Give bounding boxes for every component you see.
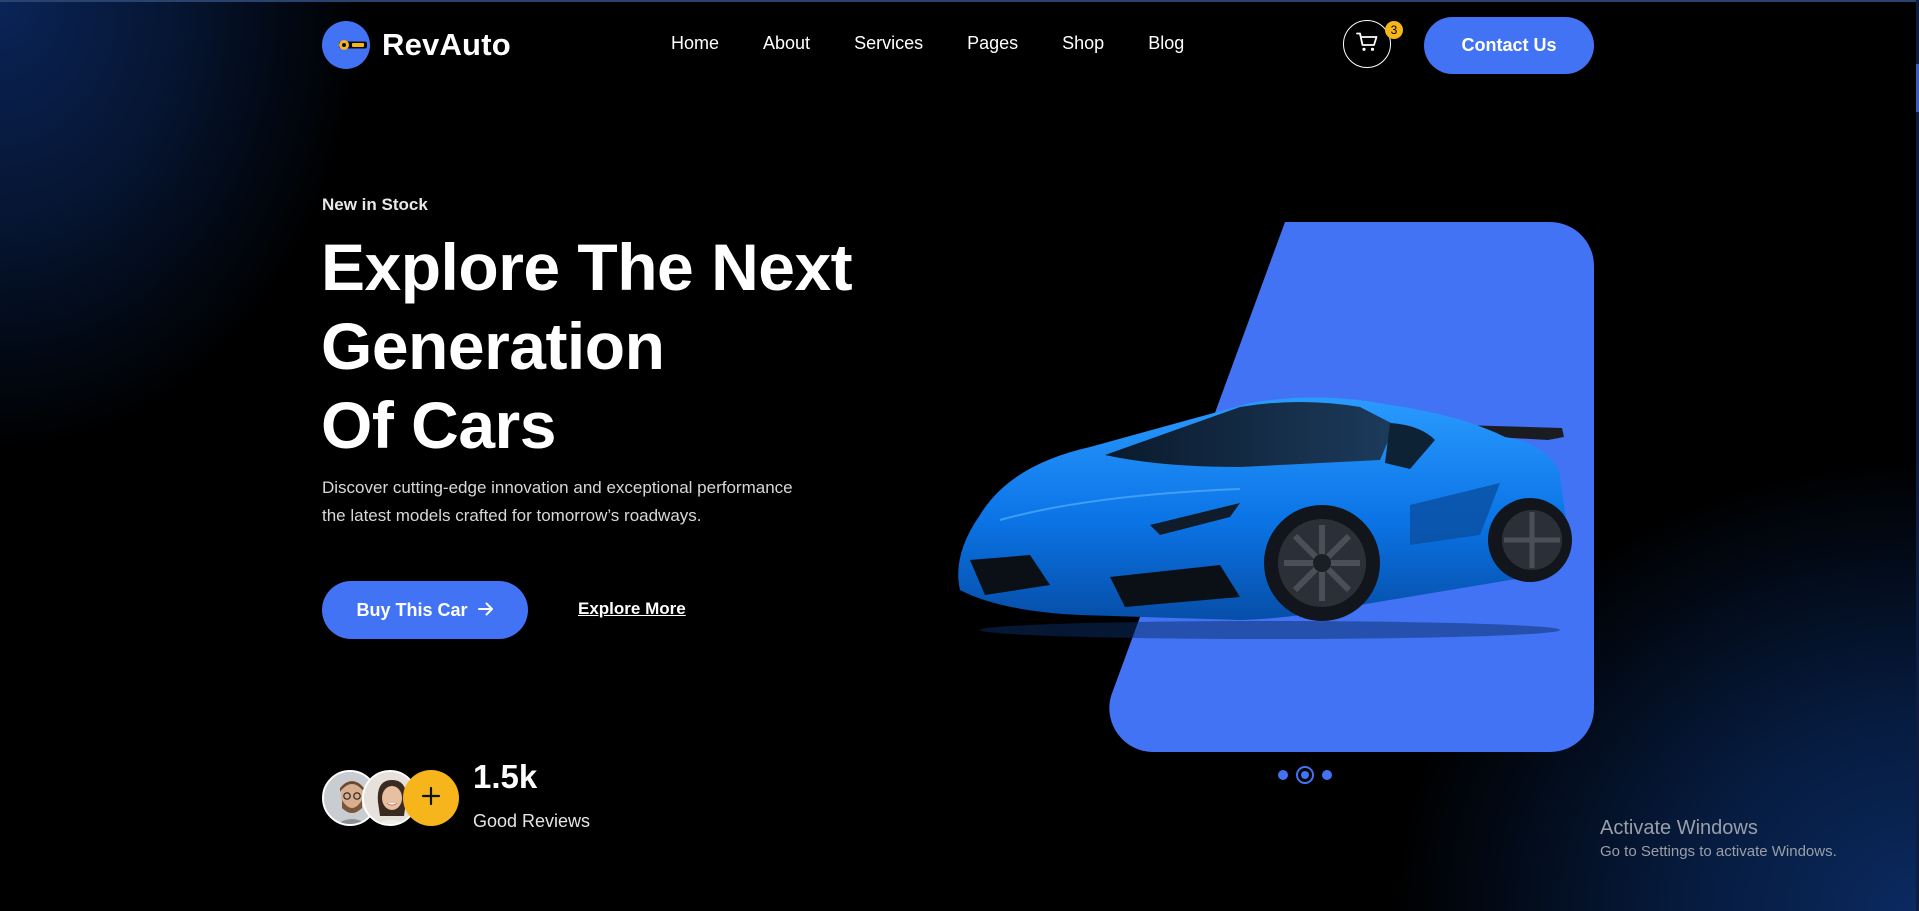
- cart-icon: [1356, 32, 1378, 57]
- cart-count-badge: 3: [1385, 21, 1403, 39]
- top-border: [0, 0, 1919, 2]
- buy-button-label: Buy This Car: [356, 599, 468, 620]
- slider-pagination: [1278, 766, 1332, 784]
- hero-description-line: the latest models crafted for tomorrow’s…: [322, 506, 702, 525]
- nav-shop[interactable]: Shop: [1062, 33, 1104, 54]
- nav-blog[interactable]: Blog: [1148, 33, 1184, 54]
- review-count: 1.5k: [473, 758, 538, 795]
- hero-description-line: Discover cutting-edge innovation and exc…: [322, 478, 793, 497]
- hero-title-line: Explore The Next: [321, 230, 853, 304]
- nav-services[interactable]: Services: [854, 33, 923, 54]
- cart-button[interactable]: [1343, 20, 1391, 68]
- slider-dot[interactable]: [1322, 770, 1332, 780]
- logo-icon: [322, 21, 370, 69]
- activation-watermark-subtitle: Go to Settings to activate Windows.: [1600, 843, 1837, 860]
- activation-watermark-title: Activate Windows: [1600, 817, 1758, 839]
- brand-name: RevAuto: [382, 27, 511, 62]
- nav-about[interactable]: About: [763, 33, 810, 54]
- main-nav: Home About Services Pages Shop Blog: [671, 33, 1228, 54]
- hero-title: Explore The Next Generation Of Cars: [321, 228, 853, 465]
- plus-icon: [421, 786, 441, 811]
- review-label: Good Reviews: [473, 811, 591, 831]
- explore-more-link[interactable]: Explore More: [578, 599, 686, 619]
- contact-us-button[interactable]: Contact Us: [1424, 17, 1594, 74]
- add-review-button[interactable]: [403, 770, 459, 826]
- slider-dot[interactable]: [1278, 770, 1288, 780]
- car-image: [958, 397, 1572, 639]
- nav-home[interactable]: Home: [671, 33, 719, 54]
- hero-title-line: Of Cars: [321, 388, 556, 462]
- arrow-right-icon: [477, 600, 494, 621]
- hero-description: Discover cutting-edge innovation and exc…: [322, 474, 852, 530]
- nav-pages[interactable]: Pages: [967, 33, 1018, 54]
- buy-this-car-button[interactable]: Buy This Car: [322, 581, 528, 639]
- logo[interactable]: RevAuto: [322, 21, 511, 69]
- hero-eyebrow: New in Stock: [322, 195, 428, 214]
- slider-dot-active[interactable]: [1296, 766, 1314, 784]
- hero-title-line: Generation: [321, 309, 665, 383]
